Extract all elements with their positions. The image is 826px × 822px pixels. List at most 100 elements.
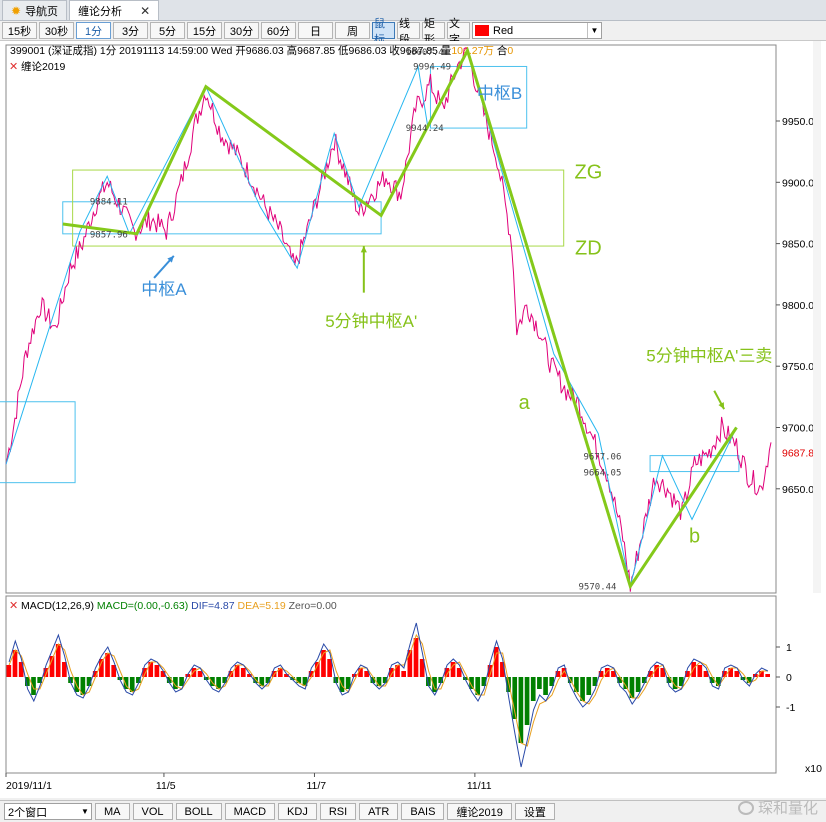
period-15m-button[interactable]: 15分 bbox=[187, 22, 222, 39]
indicator-bais-button[interactable]: BAIS bbox=[401, 803, 445, 820]
macd-bar bbox=[524, 677, 530, 725]
macd-bar bbox=[493, 647, 499, 677]
tool-text-button[interactable]: 文字 bbox=[447, 18, 470, 46]
macd-bar bbox=[728, 668, 733, 677]
annotation-label: 5分钟中枢A' bbox=[325, 312, 417, 331]
indicator-macd-button[interactable]: MACD bbox=[224, 803, 276, 820]
x-tick-label: 2019/11/1 bbox=[6, 780, 52, 792]
indicator-label: 缠论2019 bbox=[21, 60, 66, 73]
period-30s-button[interactable]: 30秒 bbox=[39, 22, 74, 39]
dea-line bbox=[8, 633, 768, 747]
period-3m-button[interactable]: 3分 bbox=[113, 22, 148, 39]
macd-bar bbox=[401, 671, 407, 677]
close-icon: ✕ bbox=[9, 61, 18, 73]
indicator-chan-button[interactable]: 缠论2019 bbox=[447, 803, 512, 820]
chevron-down-icon[interactable]: ▼ bbox=[587, 23, 601, 38]
sun-icon: ✹ bbox=[11, 3, 22, 18]
macd-bar bbox=[586, 677, 592, 695]
indicator-bar: 2个窗口 ▼ MA VOL BOLL MACD KDJ RSI ATR BAIS… bbox=[0, 800, 826, 822]
arrow-hub-a-prime-head bbox=[360, 246, 367, 253]
scale-label: x10 bbox=[805, 763, 822, 775]
period-60m-button[interactable]: 60分 bbox=[261, 22, 296, 39]
color-label: Red bbox=[493, 24, 514, 37]
price-label: 9944.24 bbox=[406, 124, 444, 134]
price-label: 9857.96 bbox=[90, 230, 128, 240]
macd-bar bbox=[240, 668, 246, 677]
price-label: 9994.49 bbox=[413, 63, 451, 73]
macd-bar bbox=[734, 671, 740, 677]
macd-plot-frame bbox=[5, 595, 777, 774]
tab-chan-analysis[interactable]: 缠论分析 ✕ bbox=[69, 0, 160, 20]
macd-tick-label: 0 bbox=[786, 672, 792, 684]
close-icon: ✕ bbox=[9, 600, 18, 612]
price-label: 9570.44 bbox=[579, 582, 617, 592]
price-label: 9664.05 bbox=[583, 468, 621, 478]
macd-bar bbox=[765, 674, 770, 677]
macd-bar bbox=[635, 677, 641, 692]
app-window: ✹ 导航页 缠论分析 ✕ 15秒 30秒 1分 3分 5分 15分 30分 60… bbox=[0, 0, 826, 822]
macd-bar bbox=[148, 662, 154, 677]
macd-bar bbox=[31, 677, 36, 695]
tool-segment-button[interactable]: 线段 bbox=[397, 18, 420, 46]
indicator-ma-button[interactable]: MA bbox=[95, 803, 130, 820]
color-swatch bbox=[475, 25, 489, 36]
tab-label: 缠论分析 bbox=[78, 5, 123, 18]
annotation-label: 中枢B bbox=[477, 84, 522, 103]
price-label: 9677.06 bbox=[583, 452, 621, 462]
close-icon[interactable]: ✕ bbox=[140, 4, 150, 18]
tab-home[interactable]: ✹ 导航页 bbox=[2, 0, 68, 20]
dif-line bbox=[8, 622, 769, 768]
window-count-select[interactable]: 2个窗口 ▼ bbox=[4, 803, 92, 820]
macd-bar bbox=[574, 677, 579, 692]
macd-bar bbox=[697, 665, 703, 677]
annotation-label: ZD bbox=[575, 238, 602, 260]
annotation-label: 5分钟中枢A'三卖 bbox=[646, 346, 772, 365]
watermark-text: 琛和量化 bbox=[757, 800, 818, 817]
macd-bar bbox=[376, 677, 382, 686]
macd-bar bbox=[6, 665, 12, 677]
settings-button[interactable]: 设置 bbox=[514, 803, 555, 820]
indicator-vol-button[interactable]: VOL bbox=[132, 803, 173, 820]
macd-header: MACD(12,26,9) MACD=(0.00,-0.63) DIF=4.87… bbox=[21, 600, 337, 612]
macd-tick-label: 1 bbox=[786, 642, 792, 654]
tool-mouse-button[interactable]: 鼠标 bbox=[372, 18, 395, 46]
period-day-button[interactable]: 日 bbox=[298, 22, 333, 39]
macd-bar bbox=[395, 665, 400, 677]
annotation-label: ZG bbox=[574, 162, 602, 184]
x-tick-label: 11/7 bbox=[306, 780, 326, 792]
chart-area[interactable]: 399001 (深证成指) 1分 20191113 14:59:00 Wed 开… bbox=[0, 41, 826, 798]
scrollbar-track bbox=[813, 41, 821, 593]
macd-bar bbox=[234, 665, 240, 677]
chevron-down-icon[interactable]: ▼ bbox=[79, 804, 91, 819]
macd-bar bbox=[537, 677, 542, 689]
watermark: 琛和量化 bbox=[737, 797, 818, 818]
period-15s-button[interactable]: 15秒 bbox=[2, 22, 37, 39]
tab-label: 导航页 bbox=[25, 5, 59, 18]
macd-bar bbox=[154, 665, 160, 677]
macd-tick-label: -1 bbox=[786, 702, 795, 714]
color-dropdown[interactable]: Red ▼ bbox=[472, 22, 602, 39]
period-5m-button[interactable]: 5分 bbox=[150, 22, 185, 39]
annotation-label: a bbox=[519, 392, 531, 414]
macd-bar bbox=[413, 638, 419, 677]
macd-bar bbox=[604, 668, 610, 677]
annotation-label: 中枢A bbox=[141, 280, 187, 299]
macd-bar bbox=[191, 668, 197, 677]
window-count-value: 2个窗口 bbox=[8, 806, 48, 819]
indicator-boll-button[interactable]: BOLL bbox=[175, 803, 222, 820]
hub-box bbox=[72, 169, 565, 247]
macd-bar bbox=[543, 677, 548, 695]
period-1m-button[interactable]: 1分 bbox=[76, 22, 111, 39]
indicator-kdj-button[interactable]: KDJ bbox=[278, 803, 317, 820]
price-label: 9884.11 bbox=[90, 197, 128, 207]
period-toolbar: 15秒 30秒 1分 3分 5分 15分 30分 60分 日 周 鼠标 线段 矩… bbox=[0, 18, 826, 46]
chart-svg: 399001 (深证成指) 1分 20191113 14:59:00 Wed 开… bbox=[0, 41, 822, 792]
tool-rect-button[interactable]: 矩形 bbox=[422, 18, 445, 46]
macd-bar bbox=[530, 677, 536, 701]
period-week-button[interactable]: 周 bbox=[335, 22, 370, 39]
indicator-rsi-button[interactable]: RSI bbox=[319, 803, 357, 820]
indicator-atr-button[interactable]: ATR bbox=[359, 803, 399, 820]
x-tick-label: 11/11 bbox=[467, 780, 492, 792]
macd-bar bbox=[197, 671, 203, 677]
period-30m-button[interactable]: 30分 bbox=[224, 22, 259, 39]
